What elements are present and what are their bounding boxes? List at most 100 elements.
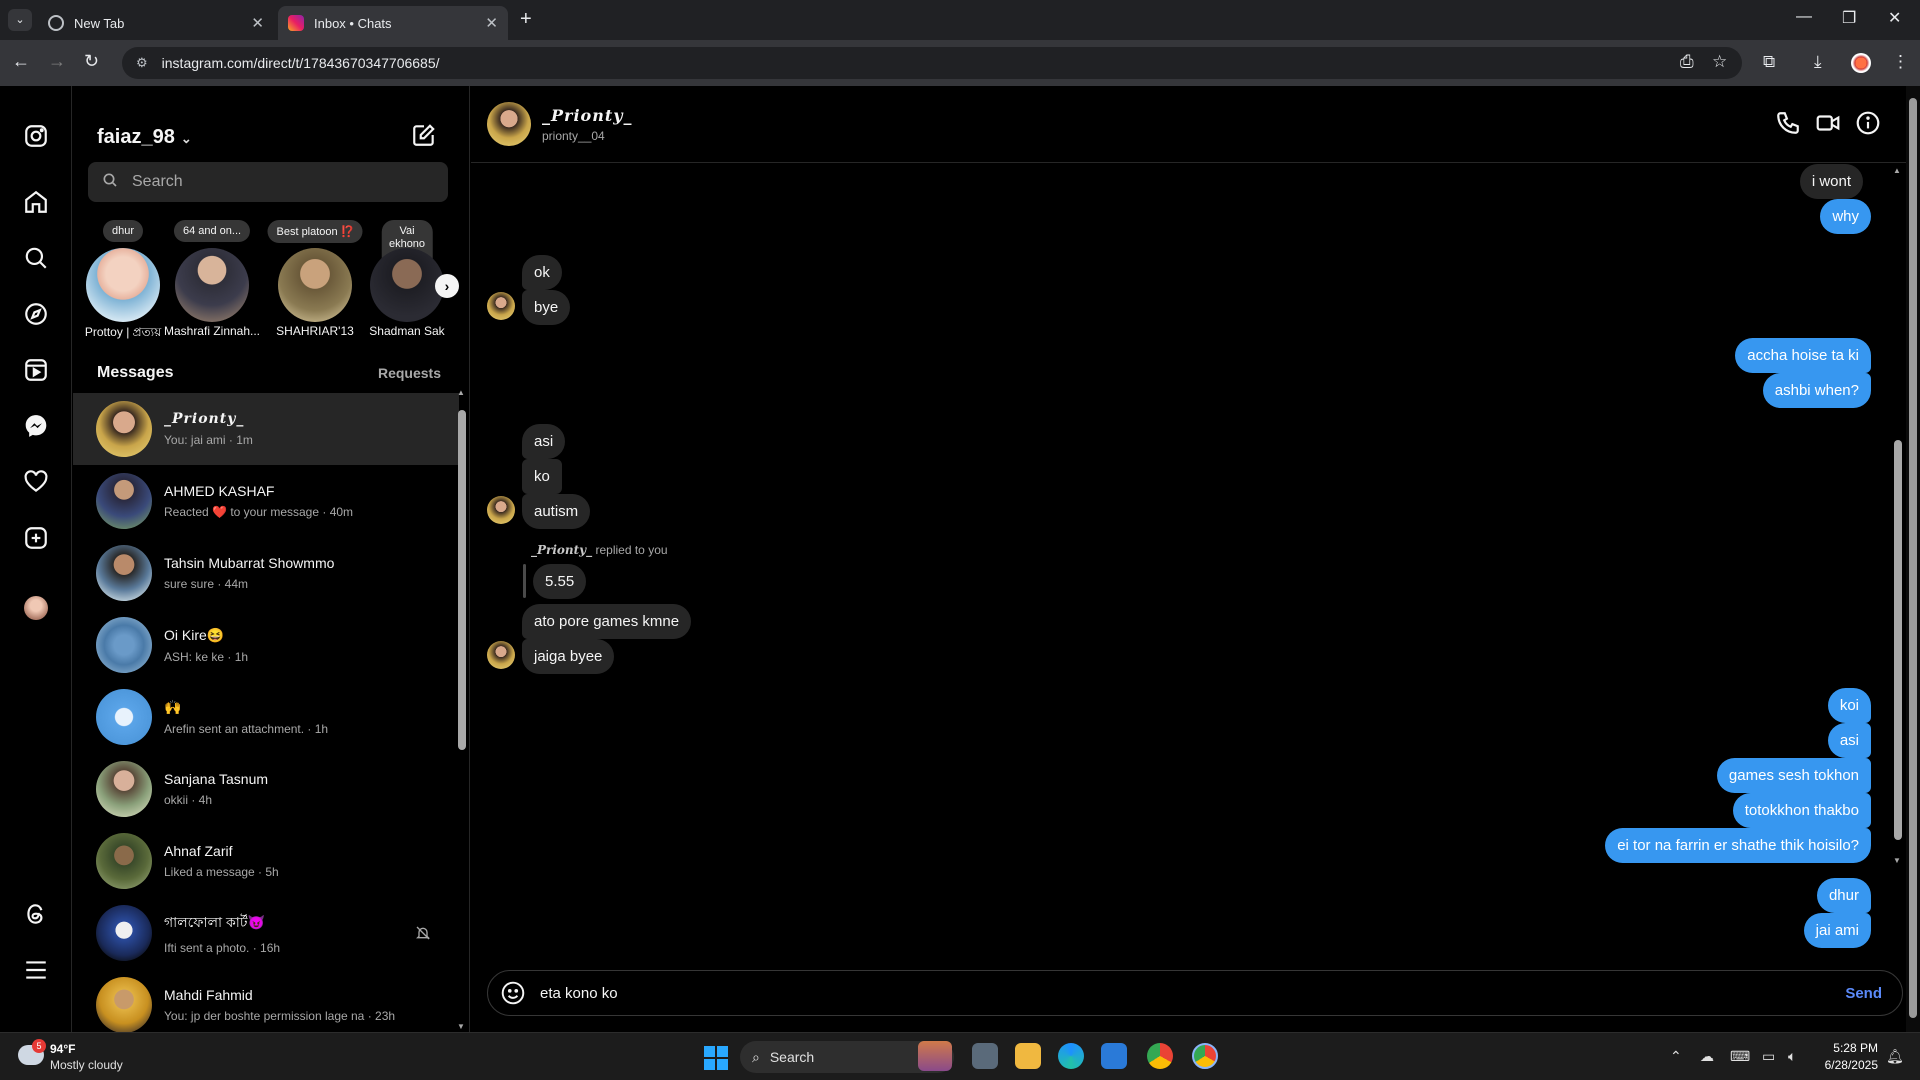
sender-avatar[interactable] (487, 292, 515, 320)
message-bubble-incoming[interactable]: autism (522, 494, 591, 529)
more-menu-icon[interactable] (22, 956, 50, 984)
account-switcher[interactable]: faiaz_98 ⌄ (97, 126, 192, 149)
message-bubble-incoming[interactable]: ok (522, 255, 562, 290)
message-bubble-outgoing[interactable]: dhur (1816, 878, 1871, 913)
clock-time[interactable]: 5:28 PM (1822, 1041, 1878, 1055)
conversation-list-scrollbar[interactable]: ▲ ▼ (457, 388, 467, 1032)
weather-description[interactable]: Mostly cloudy (50, 1058, 123, 1072)
create-plus-icon[interactable] (22, 524, 50, 552)
message-bubble-outgoing[interactable]: asi (1827, 723, 1871, 758)
tray-chevron-up-icon[interactable]: ⌃ (1670, 1048, 1682, 1065)
profile-avatar[interactable] (24, 596, 48, 620)
search-highlight-icon[interactable] (918, 1041, 952, 1071)
conversation-item[interactable]: Ahnaf Zarif Liked a message · 5h (73, 825, 459, 897)
edge-browser-icon[interactable] (1058, 1043, 1084, 1069)
search-icon[interactable] (22, 244, 50, 272)
task-view-icon[interactable] (972, 1043, 998, 1069)
microsoft-store-icon[interactable] (1101, 1043, 1127, 1069)
reload-icon[interactable]: ↻ (84, 51, 99, 72)
chrome-active-icon[interactable] (1192, 1043, 1218, 1069)
message-bubble-incoming[interactable]: bye (522, 290, 571, 325)
sender-avatar[interactable] (487, 641, 515, 669)
emoji-picker-icon[interactable] (500, 980, 526, 1006)
conversation-item[interactable]: Tahsin Mubarrat Showmmo sure sure · 44m (73, 537, 459, 609)
conversation-item[interactable]: Sanjana Tasnum okkii · 4h (73, 753, 459, 825)
message-bubble-incoming-reply[interactable]: 5.55 (533, 564, 587, 599)
chrome-icon[interactable] (1147, 1043, 1173, 1069)
file-explorer-icon[interactable] (1015, 1043, 1041, 1069)
message-input[interactable] (540, 984, 1846, 1002)
message-bubble-incoming[interactable]: jaiga byee (522, 639, 615, 674)
reels-icon[interactable] (22, 356, 50, 384)
scroll-up-arrow-icon[interactable]: ▲ (1893, 166, 1901, 175)
back-arrow-icon[interactable]: ← (12, 51, 30, 72)
message-bubble-incoming[interactable]: ko (522, 459, 562, 494)
close-tab-icon[interactable]: ✕ (485, 14, 498, 32)
message-bubble-outgoing[interactable]: ei tor na farrin er shathe thik hoisilo? (1605, 828, 1871, 863)
install-app-icon[interactable]: ⎙ (1680, 52, 1694, 72)
home-icon[interactable] (22, 188, 50, 216)
close-tab-icon[interactable]: ✕ (251, 14, 264, 32)
conversation-item[interactable]: Oi Kire😆 ASH: ke ke · 1h (73, 609, 459, 681)
onedrive-icon[interactable]: ☁ (1700, 1048, 1714, 1065)
message-bubble-outgoing[interactable]: why (1820, 199, 1871, 234)
close-window-icon[interactable]: ✕ (1888, 8, 1901, 28)
compose-new-message-icon[interactable] (411, 122, 437, 155)
explore-compass-icon[interactable] (22, 300, 50, 328)
tab-inbox-chats[interactable]: Inbox • Chats ✕ (278, 6, 508, 40)
minimize-icon[interactable]: — (1796, 8, 1812, 26)
conversation-item[interactable]: _Prionty_ You: jai ami · 1m (73, 393, 459, 465)
bookmark-star-icon[interactable]: ☆ (1712, 52, 1727, 72)
message-bubble-incoming[interactable]: ato pore games kmne (522, 604, 692, 639)
search-input[interactable] (132, 173, 432, 191)
profile-avatar[interactable] (1851, 53, 1871, 73)
chat-contact-handle[interactable]: prionty__04 (542, 129, 605, 143)
restore-icon[interactable]: ❐ (1842, 8, 1856, 28)
audio-call-icon[interactable] (1775, 110, 1803, 138)
downloads-icon[interactable]: ⤓ (1814, 52, 1822, 72)
requests-link[interactable]: Requests (378, 365, 441, 381)
sender-avatar[interactable] (487, 496, 515, 524)
send-button[interactable]: Send (1845, 985, 1882, 1002)
message-bubble-incoming[interactable]: asi (522, 424, 566, 459)
scroll-up-arrow-icon[interactable]: ▲ (457, 388, 465, 397)
messenger-icon[interactable] (22, 412, 50, 440)
site-info-icon[interactable]: ⚙ (136, 55, 148, 71)
extensions-icon[interactable]: ⧉ (1763, 52, 1775, 72)
conversation-item[interactable]: 🙌 Arefin sent an attachment. · 1h (73, 681, 459, 753)
keyboard-icon[interactable]: ⌨ (1730, 1048, 1750, 1065)
network-icon[interactable]: ▭ (1762, 1048, 1775, 1065)
scroll-down-arrow-icon[interactable]: ▼ (457, 1022, 465, 1031)
page-scrollbar[interactable] (1906, 86, 1920, 1032)
forward-arrow-icon[interactable]: → (48, 51, 66, 72)
weather-temperature[interactable]: 94°F (50, 1042, 75, 1056)
clock-date[interactable]: 6/28/2025 (1810, 1058, 1878, 1072)
message-bubble-outgoing[interactable]: totokkhon thakbo (1732, 793, 1871, 828)
chat-contact-name[interactable]: _Prionty_ (542, 106, 633, 125)
notifications-heart-icon[interactable] (22, 468, 50, 496)
message-bubble-outgoing[interactable]: games sesh tokhon (1716, 758, 1871, 793)
volume-icon[interactable]: 🔈︎ (1788, 1048, 1796, 1065)
instagram-logo-icon[interactable] (22, 122, 50, 150)
chat-avatar[interactable] (487, 102, 531, 146)
conversation-item[interactable]: গালফোলা কার্ট😈 Ifti sent a photo. · 16h (73, 897, 459, 969)
message-bubble-outgoing[interactable]: koi (1827, 688, 1871, 723)
menu-kebab-icon[interactable]: ⋮ (1892, 52, 1909, 72)
new-tab-plus-icon[interactable]: + (520, 8, 532, 31)
conversation-item[interactable]: Mahdi Fahmid You: jp der boshte permissi… (73, 969, 459, 1032)
inbox-search[interactable] (88, 162, 448, 202)
message-bubble-outgoing[interactable]: ashbi when? (1762, 373, 1871, 408)
video-call-icon[interactable] (1815, 110, 1843, 138)
notification-bell-icon[interactable]: 🔔︎ (1886, 1048, 1904, 1065)
scroll-down-arrow-icon[interactable]: ▼ (1893, 856, 1901, 865)
message-bubble-outgoing[interactable]: i wont (1799, 164, 1863, 199)
start-windows-icon[interactable] (704, 1046, 728, 1070)
tab-new-tab[interactable]: New Tab ✕ (38, 6, 274, 40)
scrollbar-thumb[interactable] (458, 410, 466, 750)
conversation-item[interactable]: AHMED KASHAF Reacted ❤️ to your message … (73, 465, 459, 537)
conversation-info-icon[interactable] (1855, 110, 1883, 138)
threads-icon[interactable] (22, 900, 50, 928)
message-bubble-outgoing[interactable]: accha hoise ta ki (1735, 338, 1871, 373)
scrollbar-thumb[interactable] (1909, 98, 1917, 1018)
url-text[interactable]: instagram.com/direct/t/17843670347706685… (162, 55, 440, 71)
